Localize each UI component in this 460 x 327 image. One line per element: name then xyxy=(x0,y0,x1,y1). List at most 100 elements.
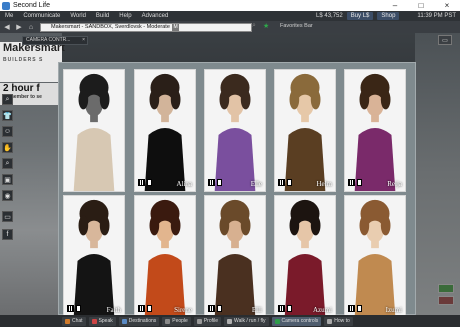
model-photo xyxy=(135,70,195,191)
model-photo xyxy=(64,70,124,191)
camera-controls-button[interactable]: Camera controls xyxy=(271,316,322,326)
hair-style-name: Faith xyxy=(106,306,121,314)
menu-me[interactable]: Me xyxy=(5,13,13,19)
avatar-preview[interactable] xyxy=(438,296,454,305)
bottom-toolbar: Chat Speak Destinations People Profile W… xyxy=(0,315,460,327)
second-life-viewer: Second Life – □ × Me Communicate World B… xyxy=(0,0,460,327)
qr-code-icon xyxy=(278,179,285,186)
model-photo xyxy=(205,196,265,317)
walk-run-fly-button[interactable]: Walk / run / fly xyxy=(224,316,269,326)
hair-style-name: Elli xyxy=(251,306,262,314)
close-button[interactable]: × xyxy=(438,0,456,11)
qr-code-icon xyxy=(138,179,145,186)
globe-icon xyxy=(121,318,127,324)
how-to-button[interactable]: How to xyxy=(324,316,353,326)
menu-right-group: L$ 43,752 Buy L$ Shop 11:39 PM PST xyxy=(316,11,456,21)
maximize-button[interactable]: □ xyxy=(412,0,430,11)
camera-controls-tab[interactable]: CAMERA CONTR... × xyxy=(22,36,88,45)
scenery-right xyxy=(415,33,460,315)
maturity-badge: M xyxy=(172,23,179,31)
home-icon[interactable]: ⌂ xyxy=(26,23,36,32)
profile-button[interactable]: Profile xyxy=(193,316,222,326)
model-photo xyxy=(345,196,405,317)
qr-code-icon xyxy=(348,305,355,312)
speak-button[interactable]: Speak xyxy=(88,316,116,326)
minimize-button[interactable]: – xyxy=(386,0,404,11)
back-arrow-icon[interactable]: ◀ xyxy=(2,23,12,32)
brand-tag-icon xyxy=(287,305,292,312)
snapshot-icon[interactable]: ◉ xyxy=(2,190,13,201)
facebook-icon[interactable]: f xyxy=(2,229,13,240)
gesture-icon[interactable]: ✋ xyxy=(2,142,13,153)
people-icon xyxy=(165,318,171,324)
buy-linden-button[interactable]: Buy L$ xyxy=(346,12,374,20)
walk-icon xyxy=(227,318,233,324)
hair-style-card[interactable]: Sirene xyxy=(134,195,196,318)
hair-style-card[interactable]: Elle xyxy=(204,69,266,192)
model-photo xyxy=(64,196,124,317)
shop-button[interactable]: Shop xyxy=(377,12,400,20)
hair-style-name: Izumi xyxy=(385,306,402,314)
brand-tag-icon xyxy=(147,305,152,312)
window-title: Second Life xyxy=(13,2,50,9)
location-input[interactable]: Makersmart - SANDBOX, Sverdlovsk - Moder… xyxy=(40,22,252,32)
qr-code-icon xyxy=(138,305,145,312)
menu-communicate[interactable]: Communicate xyxy=(23,13,60,19)
model-photo xyxy=(345,70,405,191)
hair-style-name: Reija xyxy=(387,180,402,188)
eye-icon xyxy=(274,318,280,324)
hair-style-card[interactable]: Helm xyxy=(274,69,336,192)
sign-subtitle: BUILDERS S xyxy=(3,57,44,63)
menu-world[interactable]: World xyxy=(70,13,86,19)
hair-style-card[interactable] xyxy=(63,69,125,192)
favorites-bar-label[interactable]: Favorites Bar xyxy=(280,23,313,29)
brand-tag-icon xyxy=(357,179,362,186)
brand-tag-icon xyxy=(287,179,292,186)
people-button[interactable]: People xyxy=(162,316,191,326)
camera-icon[interactable]: ▭ xyxy=(2,211,13,222)
search-icon[interactable]: ⌕ xyxy=(2,94,13,105)
makersmart-sign: Makersmart BUILDERS S xyxy=(0,42,65,82)
qr-code-icon xyxy=(67,305,74,312)
hair-style-card[interactable]: Azumi xyxy=(274,195,336,318)
hair-style-card[interactable]: Alina xyxy=(134,69,196,192)
destinations-button[interactable]: Destinations xyxy=(118,316,160,326)
hair-style-card[interactable]: Reija xyxy=(344,69,406,192)
menu-build[interactable]: Build xyxy=(96,13,109,19)
hair-style-card[interactable]: Izumi xyxy=(344,195,406,318)
shirt-icon[interactable]: 👕 xyxy=(2,110,13,121)
close-icon[interactable]: × xyxy=(82,37,85,44)
hair-style-card[interactable]: Elli xyxy=(204,195,266,318)
hair-style-name: Alina xyxy=(176,180,192,188)
hair-style-name: Helm xyxy=(316,180,332,188)
search-icon[interactable]: ⌕ xyxy=(252,22,256,30)
avatar-preview[interactable] xyxy=(438,284,454,293)
second-life-logo-icon xyxy=(2,1,10,10)
menu-advanced[interactable]: Advanced xyxy=(142,13,169,19)
brand-tag-icon xyxy=(147,179,152,186)
inventory-icon[interactable]: ⌕ xyxy=(2,158,13,169)
camera-tab-title: CAMERA CONTR... xyxy=(26,37,71,43)
model-photo xyxy=(275,196,335,317)
forward-arrow-icon[interactable]: ▶ xyxy=(14,23,24,32)
model-photo xyxy=(205,70,265,191)
map-icon[interactable]: ▣ xyxy=(2,174,13,185)
brand-tag-icon xyxy=(357,305,362,312)
menu-bar: Me Communicate World Build Help Advanced… xyxy=(0,11,460,21)
profile-icon xyxy=(196,318,202,324)
landmark-star-icon[interactable]: ★ xyxy=(263,22,269,30)
model-photo xyxy=(275,70,335,191)
hair-style-card[interactable]: Faith xyxy=(63,195,125,318)
brand-tag-icon xyxy=(217,179,222,186)
help-icon xyxy=(327,318,333,324)
qr-code-icon xyxy=(208,179,215,186)
navigation-bar: ◀ ▶ ⌂ Makersmart - SANDBOX, Sverdlovsk -… xyxy=(0,21,460,33)
linden-balance[interactable]: L$ 43,752 xyxy=(316,13,343,19)
brand-tag-icon xyxy=(76,305,81,312)
menu-help[interactable]: Help xyxy=(119,13,131,19)
minimap-toggle-icon[interactable]: ▭ xyxy=(438,35,452,45)
chat-button[interactable]: Chat xyxy=(62,316,86,326)
people-icon[interactable]: ☺ xyxy=(2,126,13,137)
location-text: Makersmart - SANDBOX, Sverdlovsk - Moder… xyxy=(51,23,170,30)
qr-code-icon xyxy=(278,305,285,312)
